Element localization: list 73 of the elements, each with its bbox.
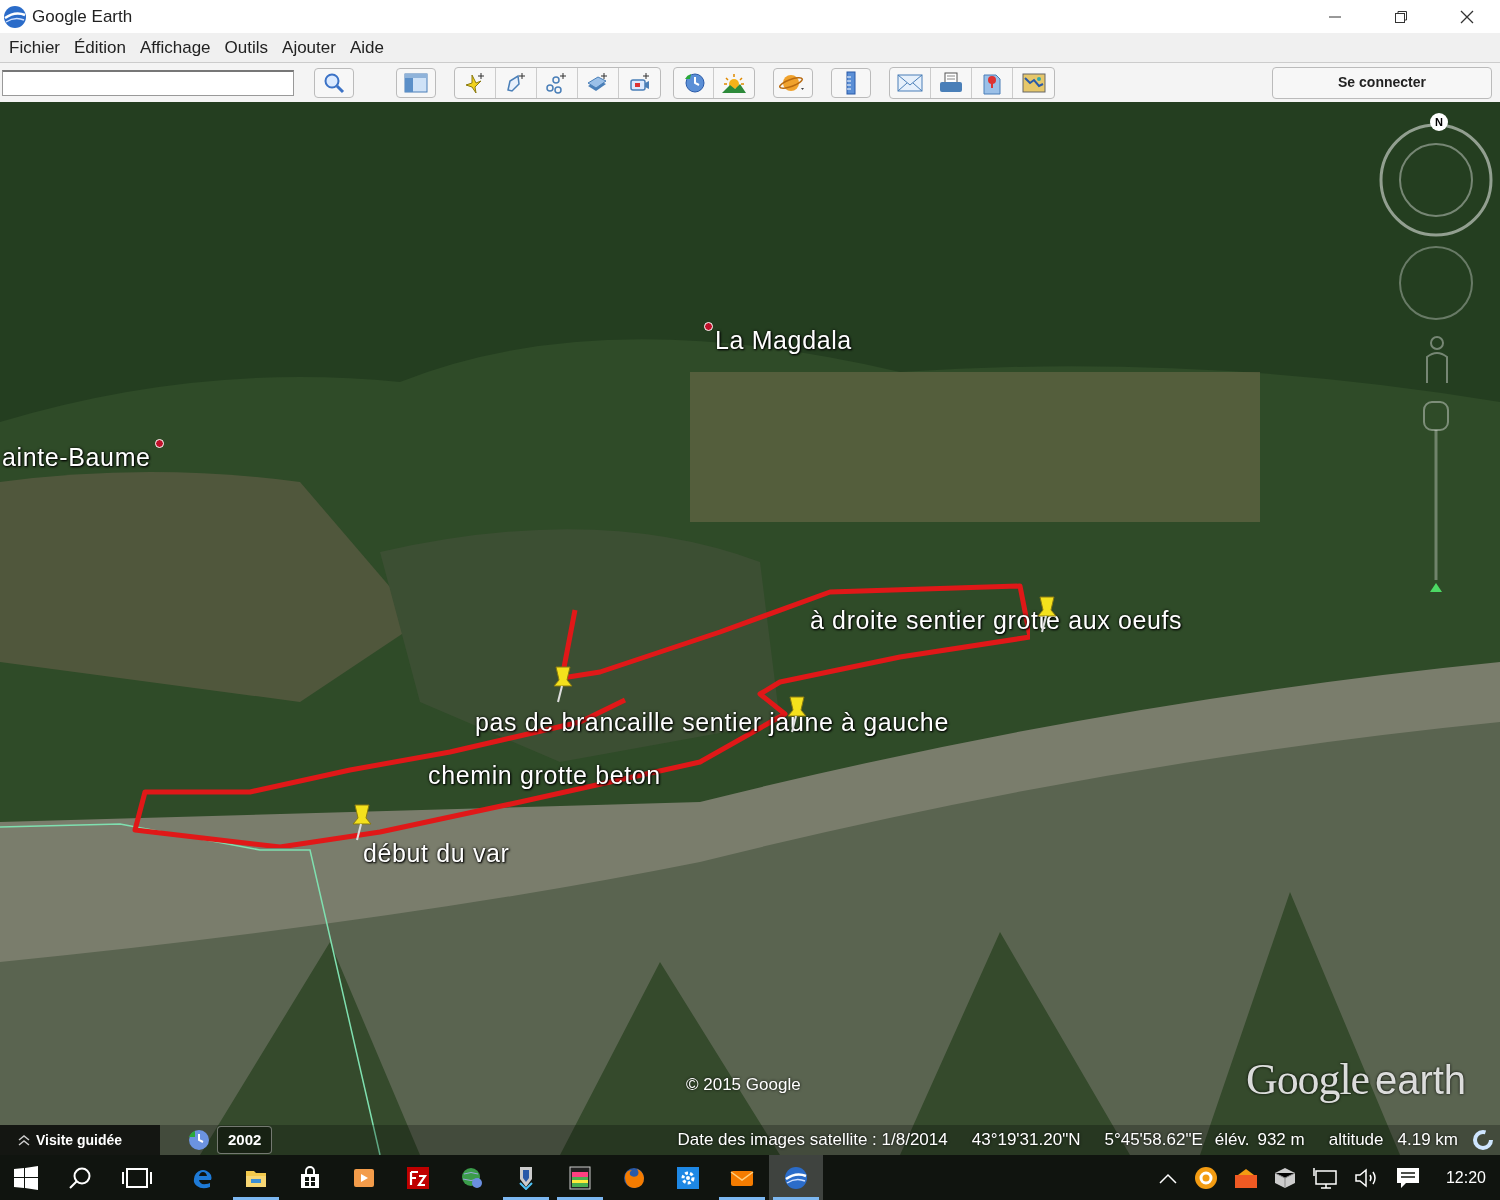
map-label[interactable]: La Magdala xyxy=(715,322,852,360)
sidebar-panel-icon xyxy=(404,72,428,93)
menu-item[interactable]: Affichage xyxy=(133,34,218,61)
notification-icon[interactable] xyxy=(1395,1166,1420,1189)
altitude-label: altitude xyxy=(1328,1129,1384,1152)
network-icon[interactable] xyxy=(1311,1166,1338,1189)
camera-plus-icon xyxy=(627,71,652,94)
printer-icon xyxy=(939,71,963,94)
tour-button[interactable]: Visite guidée xyxy=(0,1125,160,1155)
running-indicator xyxy=(719,1197,765,1200)
imagery-date: Date des images satellite : 1/8/2014 xyxy=(677,1129,948,1152)
window-title: Google Earth xyxy=(32,5,133,28)
chevron-up-icon xyxy=(18,1134,30,1146)
map-label[interactable]: début du var xyxy=(363,835,510,873)
running-indicator xyxy=(773,1197,819,1200)
sun-icon xyxy=(721,71,747,94)
ring-icon[interactable] xyxy=(1193,1165,1218,1190)
taskbar-app-button[interactable] xyxy=(769,1155,823,1200)
task-view-icon[interactable] xyxy=(122,1165,152,1190)
map-label[interactable]: ainte-Baume xyxy=(2,439,151,477)
shopping-bag-icon xyxy=(298,1165,322,1190)
clock[interactable]: 12:20 xyxy=(1445,1165,1486,1190)
google-earth-logo: Googleearth xyxy=(1246,1054,1467,1106)
streaming-progress-icon xyxy=(1472,1129,1494,1151)
close-icon xyxy=(1460,9,1474,24)
fz-icon xyxy=(406,1165,430,1190)
gear-icon xyxy=(676,1165,700,1190)
envelope-icon xyxy=(897,72,923,93)
sign-in-button[interactable]: Se connecter xyxy=(1272,66,1492,99)
elevation-value: 932 m xyxy=(1257,1129,1305,1152)
globe-logo-icon xyxy=(784,1165,808,1190)
ruler-button[interactable] xyxy=(831,67,871,98)
polygon-plus-icon xyxy=(504,71,528,94)
chevron-up-icon[interactable] xyxy=(1157,1171,1178,1184)
copyright-notice: © 2015 Google xyxy=(686,1074,801,1096)
search-field[interactable] xyxy=(2,69,294,96)
running-indicator xyxy=(557,1197,603,1200)
running-indicator xyxy=(503,1197,549,1200)
zoom-slider-icon[interactable] xyxy=(1422,400,1450,595)
path-plus-icon xyxy=(545,71,569,94)
start-windows-icon[interactable] xyxy=(14,1165,38,1190)
place-marker-icon[interactable] xyxy=(154,439,164,448)
search-icon[interactable] xyxy=(68,1165,92,1190)
running-indicator xyxy=(233,1197,279,1200)
globe-icon xyxy=(460,1165,484,1190)
look-joystick-icon[interactable] xyxy=(1398,245,1474,321)
sidebar-toggle-button[interactable] xyxy=(396,67,436,98)
pushpin-plus-icon xyxy=(463,71,487,94)
menu-item[interactable]: Fichier xyxy=(2,34,67,61)
longitude: 5°45'58.62"E xyxy=(1104,1129,1203,1152)
mailbox-icon[interactable] xyxy=(1233,1166,1258,1189)
elevation-label: élév. xyxy=(1214,1129,1250,1152)
planet-button[interactable] xyxy=(773,67,813,98)
picture-icon xyxy=(1021,72,1046,93)
menu-item[interactable]: Édition xyxy=(67,34,133,61)
layers-plus-icon xyxy=(586,71,610,94)
search-button[interactable] xyxy=(314,67,354,98)
cube-icon[interactable] xyxy=(1273,1166,1296,1189)
restore-icon xyxy=(1394,9,1408,24)
place-marker-icon[interactable] xyxy=(704,322,713,331)
imagery-year-button[interactable]: 2002 xyxy=(217,1126,273,1154)
latitude: 43°19'31.20"N xyxy=(971,1129,1081,1152)
globe-logo-icon xyxy=(3,4,27,29)
ruler-icon xyxy=(846,70,856,95)
search-icon xyxy=(323,71,345,94)
menu-item[interactable]: Outils xyxy=(217,34,276,61)
fox-globe-icon xyxy=(622,1165,646,1190)
altitude-value: 4.19 km xyxy=(1397,1129,1458,1152)
minimize-icon xyxy=(1329,15,1341,18)
menu-item[interactable]: Aide xyxy=(342,34,391,61)
image-icon xyxy=(568,1165,592,1190)
menu-item[interactable]: Ajouter xyxy=(275,34,343,61)
history-clock-icon[interactable] xyxy=(187,1128,211,1152)
